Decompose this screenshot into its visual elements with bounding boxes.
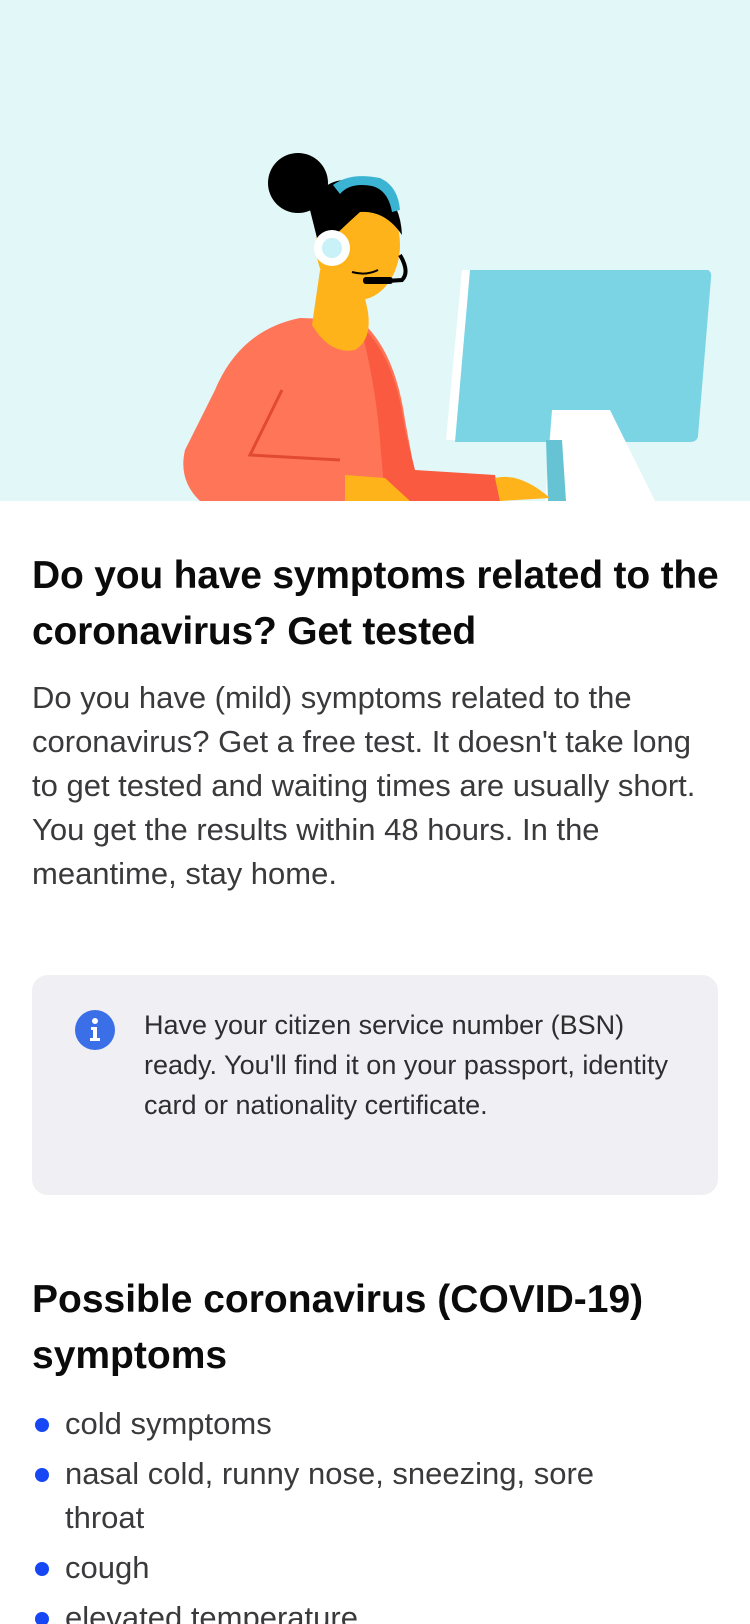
- list-item: cough: [32, 1546, 722, 1590]
- list-item: nasal cold, runny nose, sneezing, sore t…: [32, 1452, 625, 1540]
- list-item: elevated temperature: [32, 1596, 722, 1624]
- info-icon: [75, 1010, 115, 1050]
- symptoms-title: Possible coronavirus (COVID-19) symptoms: [32, 1278, 644, 1377]
- page-title: Do you have symptoms related to the coro…: [32, 554, 719, 653]
- symptom-label: nasal cold, runny nose, sneezing, sore t…: [65, 1456, 595, 1535]
- computer-monitor: [446, 270, 712, 501]
- info-callout: Have your citizen service number (BSN) r…: [32, 975, 718, 1195]
- symptom-label: cold symptoms: [65, 1406, 272, 1441]
- support-agent-illustration: [183, 153, 712, 501]
- bullet-icon: [35, 1418, 49, 1432]
- bullet-icon: [35, 1612, 49, 1624]
- hero-illustration: [0, 0, 750, 501]
- intro-text: Do you have (mild) symptoms related to t…: [32, 680, 696, 891]
- symptom-label: elevated temperature: [65, 1600, 358, 1624]
- symptom-label: cough: [65, 1550, 150, 1585]
- info-text: Have your citizen service number (BSN) r…: [144, 1010, 668, 1120]
- list-item: cold symptoms: [32, 1402, 722, 1446]
- bullet-icon: [35, 1468, 49, 1482]
- bullet-icon: [35, 1562, 49, 1576]
- screen: Do you have symptoms related to the coro…: [0, 0, 750, 1624]
- symptoms-list: cold symptoms nasal cold, runny nose, sn…: [32, 1402, 722, 1624]
